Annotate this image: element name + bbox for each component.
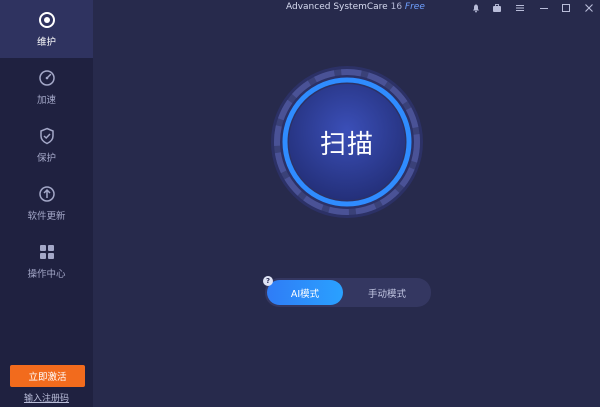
sidebar-item-label: 软件更新 xyxy=(27,211,66,222)
upload-icon xyxy=(37,184,57,204)
shield-icon xyxy=(37,126,57,146)
ai-mode-button[interactable]: AI模式 xyxy=(267,280,343,305)
app-name: Advanced SystemCare xyxy=(286,2,388,12)
app-version: 16 xyxy=(390,2,403,12)
sidebar-item-speedup[interactable]: 加速 xyxy=(0,58,93,116)
sidebar-item-action-center[interactable]: 操作中心 xyxy=(0,232,93,290)
enter-license-link[interactable]: 输入注册码 xyxy=(0,391,93,404)
toolbox-icon[interactable] xyxy=(490,1,504,15)
close-icon[interactable] xyxy=(582,1,596,15)
sidebar-item-label: 操作中心 xyxy=(27,269,66,280)
minimize-icon[interactable] xyxy=(537,1,551,15)
activate-now-button[interactable]: 立即激活 xyxy=(10,365,85,387)
grid-icon xyxy=(37,242,57,262)
sidebar-item-maintenance[interactable]: 维护 xyxy=(0,0,93,58)
mode-switch: AI模式 手动模式 xyxy=(265,278,431,307)
help-icon[interactable]: ? xyxy=(263,276,273,286)
maximize-icon[interactable] xyxy=(559,1,573,15)
app-edition: Free xyxy=(404,2,425,12)
sidebar-item-label: 维护 xyxy=(36,37,56,48)
sidebar-item-label: 加速 xyxy=(36,95,56,106)
bell-icon[interactable] xyxy=(469,1,483,15)
sidebar: 维护 加速 保护 软件更新 操作中心 立即激活 输入注册码 xyxy=(0,0,93,407)
manual-mode-button[interactable]: 手动模式 xyxy=(347,280,427,305)
sidebar-item-software-update[interactable]: 软件更新 xyxy=(0,174,93,232)
maintenance-icon xyxy=(37,10,57,30)
sidebar-item-protect[interactable]: 保护 xyxy=(0,116,93,174)
app-title: Advanced SystemCare 16 Free xyxy=(286,2,425,12)
sidebar-item-label: 保护 xyxy=(36,153,56,164)
scan-button[interactable]: 扫描 xyxy=(270,65,424,219)
scan-label: 扫描 xyxy=(319,129,374,160)
speedometer-icon xyxy=(37,68,57,88)
menu-icon[interactable] xyxy=(513,1,527,15)
